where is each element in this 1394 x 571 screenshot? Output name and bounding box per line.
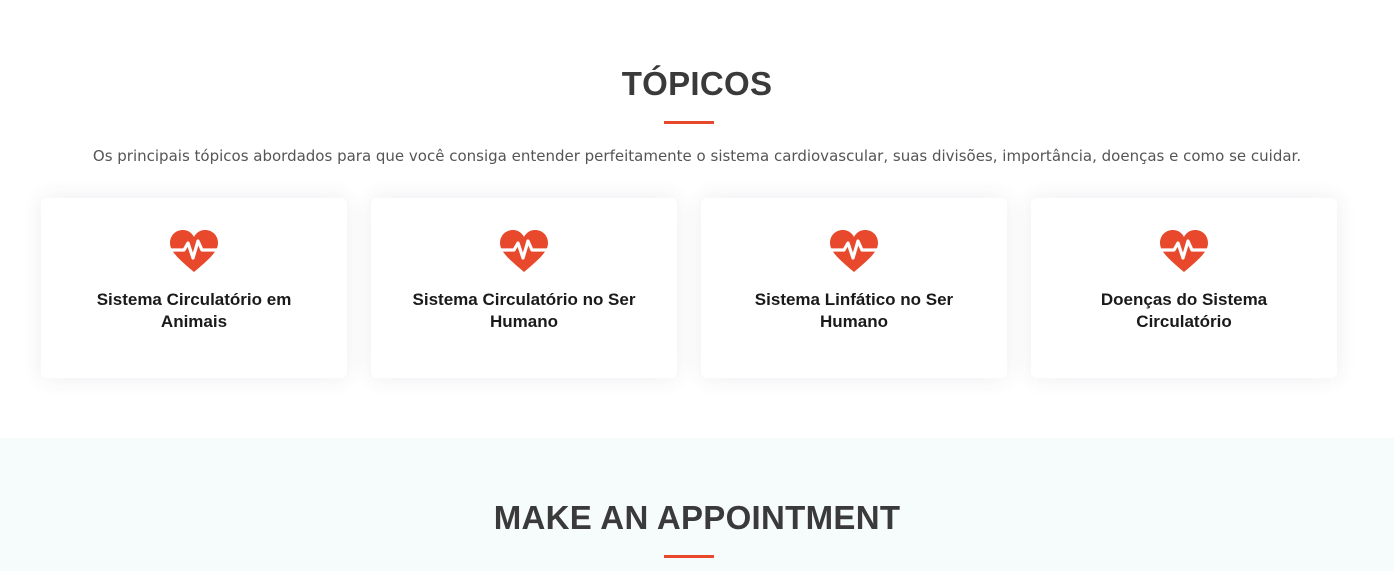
topics-title-underline (664, 121, 714, 124)
topic-card-animals[interactable]: Sistema Circulatório em Animais (41, 198, 347, 378)
appointment-title: MAKE AN APPOINTMENT (493, 499, 901, 536)
heartbeat-icon (169, 230, 219, 272)
topic-card-title: Sistema Circulatório no Ser Humano (412, 290, 636, 331)
topic-card-title: Sistema Circulatório em Animais (96, 290, 292, 331)
topic-card-diseases[interactable]: Doenças do Sistema Circulatório (1031, 198, 1337, 378)
topic-card-title: Doenças do Sistema Circulatório (1100, 290, 1268, 331)
appointment-section: MAKE AN APPOINTMENT (0, 438, 1394, 571)
heartbeat-icon (829, 230, 879, 272)
topic-card-title: Sistema Linfático no Ser Humano (754, 290, 954, 331)
topic-card-lymphatic[interactable]: Sistema Linfático no Ser Humano (701, 198, 1007, 378)
topics-subtitle: Os principais tópicos abordados para que… (92, 147, 1302, 165)
topics-title: TÓPICOS (621, 65, 773, 102)
heartbeat-icon (499, 230, 549, 272)
heartbeat-icon (1159, 230, 1209, 272)
topic-card-human-circulatory[interactable]: Sistema Circulatório no Ser Humano (371, 198, 677, 378)
appointment-title-underline (664, 555, 714, 558)
topics-section: TÓPICOS Os principais tópicos abordados … (0, 0, 1394, 438)
